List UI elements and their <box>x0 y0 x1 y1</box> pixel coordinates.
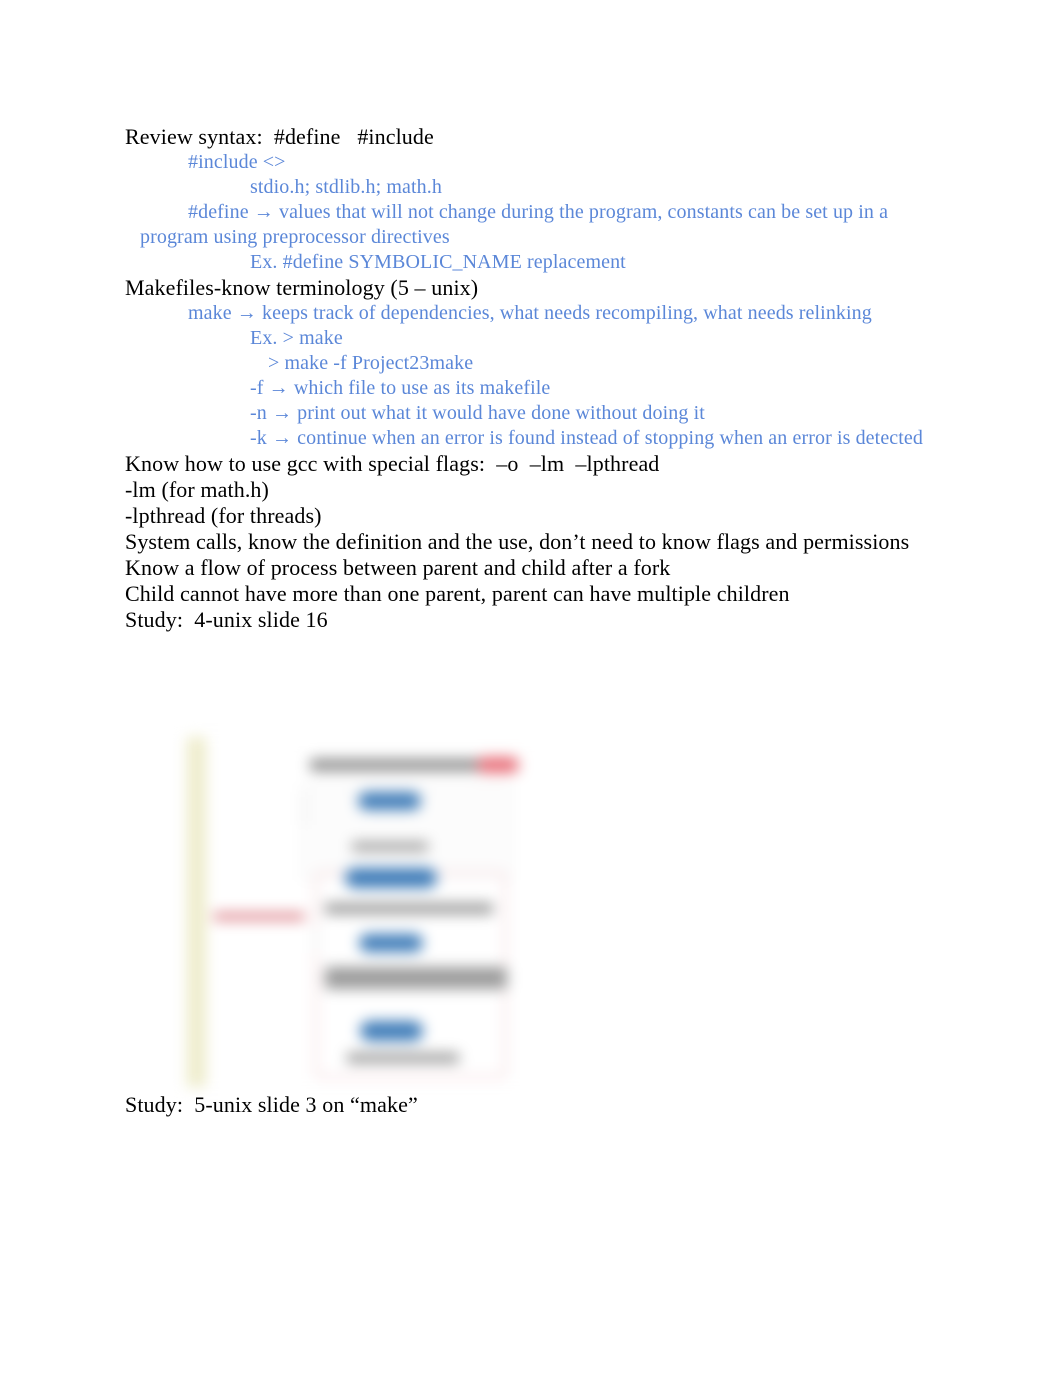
note-line-study-4-unix: Study: 4-unix slide 16 <box>125 607 328 632</box>
note-line-make-f-example: > make -f Project23make <box>268 352 474 374</box>
figure-title-bar <box>310 759 505 771</box>
figure-connector-stub-mid <box>315 927 317 953</box>
note-line-flag-k: -k → continue when an error is found ins… <box>250 427 924 449</box>
figure-node-one <box>358 792 421 810</box>
note-line-make-example: Ex. > make <box>250 327 343 349</box>
note-line-standard-headers: stdio.h; stdlib.h; math.h <box>250 176 442 198</box>
note-line-make-description: make → keeps track of dependencies, what… <box>188 302 872 324</box>
figure-node-four <box>360 1021 423 1041</box>
note-line-include-angle: #include <> <box>188 151 286 173</box>
note-line-flag-f: -f → which file to use as its makefile <box>250 377 551 399</box>
note-line-study-5-unix: Study: 5-unix slide 3 on “make” <box>125 1092 418 1117</box>
note-line-gcc-flags: Know how to use gcc with special flags: … <box>125 451 660 476</box>
note-line-define-description: #define → values that will not change du… <box>140 201 894 248</box>
document-page: Review syntax: #define #include #include… <box>0 0 1062 1377</box>
figure-left-strip <box>187 737 206 1087</box>
note-line-makefiles-heading: Makefiles-know terminology (5 – unix) <box>125 275 479 300</box>
figure-node-two <box>345 868 437 888</box>
figure-node-three <box>359 934 423 952</box>
figure-connector-stub-top <box>303 793 305 825</box>
note-line-define-example: Ex. #define SYMBOLIC_NAME replacement <box>250 251 626 273</box>
note-line-lpthread-flag: -lpthread (for threads) <box>125 503 322 528</box>
embedded-flowchart-image <box>185 735 605 1090</box>
figure-label-three <box>325 967 507 989</box>
figure-label-four <box>347 1053 459 1063</box>
note-line-review-syntax: Review syntax: #define #include <box>125 124 434 149</box>
figure-red-connector-line <box>213 913 305 920</box>
note-line-process-flow: Know a flow of process between parent an… <box>125 555 671 580</box>
figure-title-accent-blob <box>477 757 519 773</box>
note-line-flag-n: -n → print out what it would have done w… <box>250 402 705 424</box>
figure-label-one <box>352 842 428 851</box>
figure-label-two <box>325 903 493 914</box>
note-line-system-calls: System calls, know the definition and th… <box>125 529 910 554</box>
document-text-body: Review syntax: #define #include #include… <box>125 124 955 633</box>
note-line-lm-flag: -lm (for math.h) <box>125 477 269 502</box>
note-line-child-parent: Child cannot have more than one parent, … <box>125 581 790 606</box>
figure-canvas <box>185 735 605 1090</box>
